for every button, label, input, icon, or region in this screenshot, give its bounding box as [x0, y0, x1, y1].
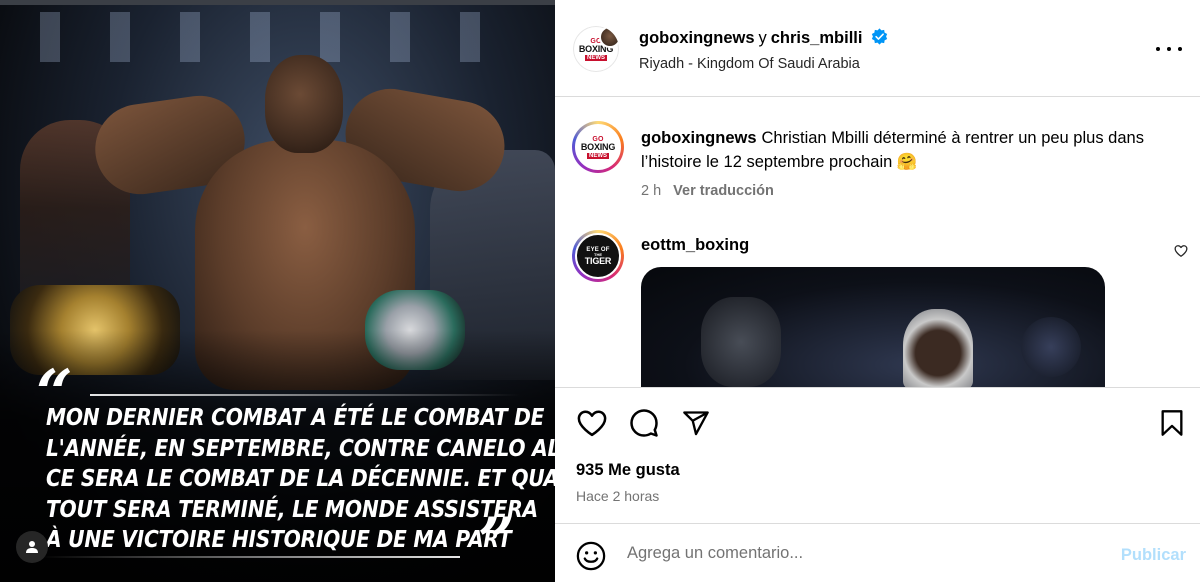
- eye-of-the-tiger-logo: EYE OF THE TIGER: [575, 233, 621, 279]
- tagged-people-button[interactable]: [16, 531, 48, 563]
- quote-line: l'année, en septembre, contre Canelo Alv…: [46, 433, 555, 462]
- share-icon: [683, 411, 709, 436]
- more-dots-icon: [1156, 47, 1160, 51]
- post-caption: goboxingnews Christian Mbilli déterminé à…: [641, 126, 1181, 174]
- quote-line: tout sera terminé, le monde assistera: [46, 494, 538, 523]
- bookmark-icon: [1161, 410, 1183, 436]
- comment-like-button[interactable]: [1174, 244, 1188, 263]
- avatar[interactable]: GO BOXING NEWS: [573, 26, 619, 72]
- publish-button[interactable]: Publicar: [1121, 546, 1186, 565]
- likes-count[interactable]: 935 Me gusta: [576, 461, 680, 480]
- quote-divider-bottom: [40, 556, 460, 558]
- action-bar: 935 Me gusta Hace 2 horas: [555, 387, 1200, 523]
- emoji-icon: [576, 541, 606, 571]
- post-details-panel: GO BOXING NEWS goboxingnews y chris_mbilli…: [555, 0, 1200, 582]
- author-username[interactable]: goboxingnews: [639, 29, 755, 47]
- caption-meta: 2 h Ver traducción: [641, 183, 774, 199]
- quote-line: Mon dernier combat a été le combat de: [46, 403, 545, 431]
- emoji-button[interactable]: [576, 541, 606, 576]
- post-time[interactable]: Hace 2 horas: [576, 488, 659, 504]
- quote-close-mark: ”: [478, 504, 515, 579]
- heart-outline-icon: [1174, 245, 1188, 257]
- authors-separator: y: [758, 29, 767, 47]
- comment-username[interactable]: eottm_boxing: [641, 236, 749, 255]
- arena-screens: [40, 12, 520, 62]
- save-button[interactable]: [1156, 407, 1188, 439]
- caption-avatar[interactable]: GO BOXING NEWS: [572, 121, 624, 173]
- verified-badge-icon: [871, 28, 888, 45]
- comment-avatar[interactable]: EYE OF THE TIGER: [572, 230, 624, 282]
- quote-line: à une victoire historique de ma part: [46, 525, 512, 553]
- comment-icon: [630, 409, 658, 437]
- like-button[interactable]: [576, 407, 608, 439]
- user-icon: [26, 541, 38, 553]
- crowd-figure: [1021, 317, 1081, 377]
- media-top-strip: [0, 0, 555, 5]
- quote-divider-top: [90, 394, 520, 396]
- quote-text: Mon dernier combat a été le combat de l'…: [46, 402, 555, 555]
- comment-input[interactable]: [627, 538, 1097, 568]
- post-header: GO BOXING NEWS goboxingnews y chris_mbilli…: [555, 0, 1200, 97]
- quote-line: ce sera le combat de la décennie. Et qua…: [46, 464, 555, 492]
- comment-button[interactable]: [628, 407, 660, 439]
- caption-username[interactable]: goboxingnews: [641, 129, 757, 147]
- post-authors: goboxingnews y chris_mbilli: [639, 28, 888, 48]
- hooded-boxer-figure: [903, 309, 973, 387]
- boxer-head: [265, 55, 343, 153]
- share-button[interactable]: [680, 407, 712, 439]
- comment-gif[interactable]: [641, 267, 1105, 387]
- add-comment-bar: Publicar: [555, 523, 1200, 582]
- crowd-figure: [701, 297, 781, 387]
- comments-list[interactable]: GO BOXING NEWS goboxingnews Christian Mbi…: [555, 98, 1200, 387]
- post-image[interactable]: “ Mon dernier combat a été le combat de …: [0, 0, 555, 582]
- heart-icon: [577, 410, 607, 437]
- collaborator-username[interactable]: chris_mbilli: [771, 29, 863, 47]
- goboxingnews-logo: GO BOXING NEWS: [575, 124, 621, 170]
- more-options-button[interactable]: [1156, 38, 1182, 60]
- post-location[interactable]: Riyadh - Kingdom Of Saudi Arabia: [639, 56, 860, 72]
- caption-time[interactable]: 2 h: [641, 183, 661, 199]
- collaborator-avatar: [599, 26, 619, 48]
- translate-link[interactable]: Ver traducción: [673, 183, 774, 199]
